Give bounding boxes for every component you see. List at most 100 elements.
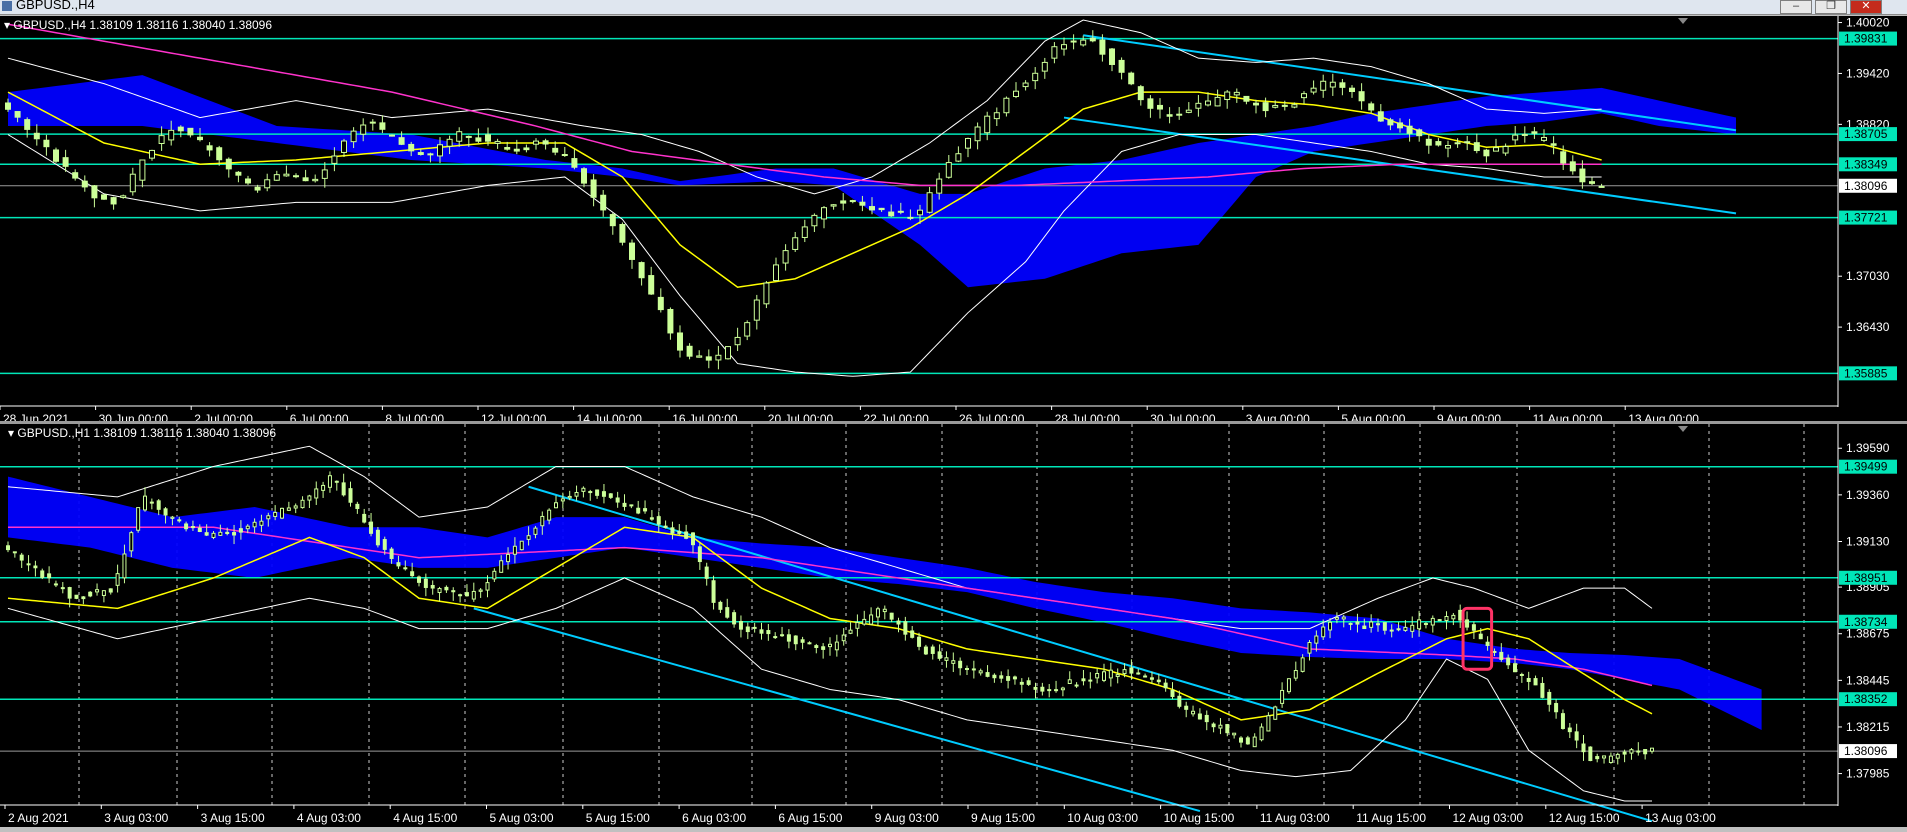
h1-candle-body <box>1650 747 1654 752</box>
h1-candle <box>930 644 935 660</box>
h4-candle-body <box>1243 95 1250 102</box>
h4-moving-average-slow <box>7 23 1602 187</box>
h1-candle <box>1615 752 1620 765</box>
h1-candle <box>6 541 10 553</box>
h4-level-price-label: 1.37721 <box>1844 211 1888 225</box>
h1-candle-body <box>492 570 497 580</box>
h1-time-tick-label: 3 Aug 15:00 <box>201 811 265 825</box>
h1-candle-body <box>848 629 853 634</box>
h4-candle <box>648 266 655 295</box>
h1-candle <box>136 507 141 533</box>
h1-candle-body <box>1054 689 1059 692</box>
h1-candle-body <box>136 507 141 531</box>
h1-candle-body <box>163 508 168 516</box>
chart-window-icon <box>2 1 12 11</box>
h4-candle <box>849 199 856 204</box>
h4-time-tick-label: 5 Aug 00:00 <box>1341 412 1405 421</box>
minimize-button[interactable]: – <box>1780 0 1812 14</box>
h1-candle-body <box>588 491 593 494</box>
h1-candle <box>430 580 435 595</box>
h1-candle-body <box>1149 677 1154 680</box>
h4-candle <box>379 115 386 134</box>
h4-chart-svg[interactable]: 1.400201.394201.388201.370301.364301.398… <box>0 16 1907 426</box>
h1-candle <box>1211 722 1216 733</box>
h1-candle-body <box>218 531 223 536</box>
h1-time-tick-label: 13 Aug 03:00 <box>1645 811 1716 825</box>
h1-candle <box>615 491 620 508</box>
h1-candle-body <box>259 520 264 526</box>
h1-candle <box>971 660 976 679</box>
h1-candle-body <box>930 646 935 654</box>
h4-candle <box>1061 37 1067 56</box>
h1-chart-svg[interactable]: 1.395901.393601.391301.389051.386751.384… <box>0 424 1907 827</box>
h1-candle-body <box>430 585 435 589</box>
h4-candle-body <box>1541 136 1547 141</box>
h1-time-tick-label: 6 Aug 15:00 <box>778 811 842 825</box>
h1-candle <box>1280 682 1285 708</box>
h1-candle-body <box>1362 625 1367 630</box>
h4-candle <box>187 127 194 138</box>
h4-candle <box>1118 57 1125 80</box>
h4-candle-body <box>629 242 635 260</box>
h1-candle-body <box>499 560 504 573</box>
h1-candle-body <box>985 672 990 677</box>
h1-candle <box>704 562 709 586</box>
h1-candle-body <box>1245 737 1250 745</box>
h4-time-tick-label: 30 Jun 00:00 <box>99 412 169 421</box>
h1-candle-body <box>1143 675 1148 678</box>
h1-candle-body <box>780 634 785 637</box>
h1-candle <box>773 632 778 640</box>
h1-candle-body <box>821 646 826 650</box>
h1-candle <box>375 527 380 548</box>
h4-candle <box>1003 96 1010 117</box>
h4-candle-body <box>1166 114 1173 117</box>
h1-candle <box>821 643 826 659</box>
h1-candle-body <box>471 590 476 600</box>
h1-candle-body <box>1019 681 1024 685</box>
h1-candle-body <box>1389 629 1394 632</box>
h1-candle-body <box>19 554 24 561</box>
h1-candle-body <box>1047 689 1052 692</box>
close-button[interactable]: ✕ <box>1850 0 1882 14</box>
h4-candle-body <box>1445 145 1451 149</box>
h4-candle-body <box>1397 122 1403 129</box>
h4-candle-body <box>1301 93 1307 99</box>
h1-candle-body <box>1643 749 1648 755</box>
h4-candle <box>312 174 319 183</box>
h1-candle-body <box>745 626 750 633</box>
h4-candle-body <box>1022 82 1029 88</box>
h4-chart-shift-marker <box>1678 18 1688 24</box>
h1-candle-body <box>211 532 216 538</box>
h1-candle <box>60 582 65 594</box>
h4-chart-pane[interactable]: 1.40020 1.39420 1.38820 1.37030 1.36430 1.398… <box>0 16 1907 426</box>
h4-candle-body <box>974 126 981 142</box>
h4-menu-triangle-icon[interactable]: ▾ <box>4 18 10 32</box>
h1-menu-triangle-icon[interactable]: ▾ <box>8 426 14 440</box>
h1-candle-body <box>184 523 189 530</box>
h1-candle <box>53 580 58 588</box>
h4-time-tick-label: 6 Jul 00:00 <box>290 412 349 421</box>
h1-candle-body <box>341 482 346 496</box>
h1-price-tick-label: 1.39360 <box>1846 488 1890 502</box>
h4-price-tick-label: 1.37030 <box>1846 269 1890 283</box>
h1-candle-body <box>95 589 100 593</box>
h4-level-price-label: 1.39831 <box>1844 32 1888 46</box>
h1-time-tick-label: 6 Aug 03:00 <box>682 811 746 825</box>
h1-candle-body <box>40 570 45 578</box>
h1-chart-pane[interactable]: 1.39590 1.39360 1.39130 1.38905 1.38675 1.384… <box>0 424 1907 827</box>
h1-candle-body <box>971 668 976 671</box>
restore-button[interactable]: ❐ <box>1815 0 1847 14</box>
h4-candle-body <box>1512 134 1519 141</box>
h1-candle-body <box>738 621 743 630</box>
h4-candle-body <box>245 178 251 184</box>
h1-candle-body <box>1081 678 1086 682</box>
h4-candle-body <box>907 216 914 219</box>
h1-candle <box>759 622 764 640</box>
h4-candle-body <box>417 152 424 156</box>
h4-candle-body <box>801 226 808 238</box>
h1-candle-body <box>437 588 442 594</box>
h4-candle-body <box>1118 59 1125 73</box>
h4-time-tick-label: 28 Jun 2021 <box>3 412 69 421</box>
h1-candle <box>108 588 113 595</box>
h4-candle <box>235 171 242 183</box>
